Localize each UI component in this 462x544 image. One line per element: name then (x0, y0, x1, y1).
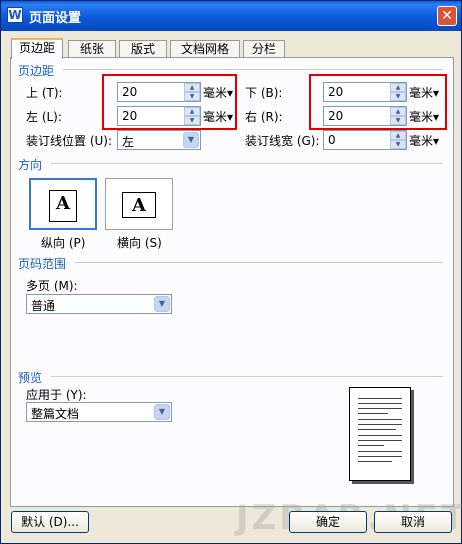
tab-columns[interactable]: 分栏 (243, 40, 285, 57)
gutter-width-unit[interactable]: 毫米▾ (409, 132, 439, 149)
portrait-glyph: A (56, 193, 70, 214)
landscape-option[interactable]: A (105, 178, 173, 230)
gutter-width-value[interactable]: 0 (328, 133, 336, 147)
apply-to-select[interactable]: 整篇文档 ▼ (26, 402, 172, 422)
dialog-title: 页面设置 (29, 11, 82, 26)
page-range-group-label: 页码范围 (18, 257, 67, 271)
portrait-option[interactable]: A (29, 178, 97, 230)
tab-layout[interactable]: 版式 (119, 40, 167, 57)
margins-highlight-left (102, 74, 237, 130)
margins-group-label: 页边距 (18, 64, 55, 78)
gutter-position-select[interactable]: 左 ▼ (117, 130, 201, 150)
chevron-down-icon[interactable]: ▼ (154, 296, 170, 312)
ok-button[interactable]: 确定 (289, 511, 367, 533)
preview-group-label: 预览 (18, 371, 43, 385)
multiple-pages-select[interactable]: 普通 ▼ (26, 294, 172, 314)
portrait-page-icon: A (49, 190, 77, 222)
tab-paper[interactable]: 纸张 (68, 40, 116, 57)
orientation-group-label: 方向 (18, 158, 43, 172)
tab-doc-grid[interactable]: 文档网格 (170, 40, 240, 57)
close-icon: ✕ (441, 8, 453, 24)
spin-down-icon[interactable]: ▼ (390, 140, 406, 149)
chevron-down-icon[interactable]: ▼ (183, 132, 199, 148)
portrait-label[interactable]: 纵向 (P) (41, 234, 85, 251)
left-margin-label: 左 (L): (26, 110, 62, 124)
landscape-label[interactable]: 横向 (S) (117, 234, 162, 251)
preview-separator (51, 376, 443, 377)
margins-highlight-right (309, 74, 447, 130)
title-bar[interactable]: W 页面设置 ✕ (1, 1, 461, 31)
gutter-position-label: 装订线位置 (U): (26, 134, 113, 148)
gutter-position-value: 左 (122, 135, 135, 149)
margins-separator (63, 69, 443, 70)
multiple-pages-label: 多页 (M): (26, 279, 78, 293)
default-button[interactable]: 默认 (D)... (11, 511, 89, 533)
apply-to-label: 应用于 (Y): (26, 388, 87, 402)
apply-to-value: 整篇文档 (31, 407, 80, 421)
cancel-button[interactable]: 取消 (374, 511, 452, 533)
tab-margins[interactable]: 页边距 (11, 38, 63, 59)
orientation-separator (51, 163, 443, 164)
chevron-down-icon[interactable]: ▼ (154, 404, 170, 420)
gutter-width-spinner[interactable]: 0 ▲ ▼ (323, 130, 407, 150)
page-setup-dialog: W 页面设置 ✕ 页边距 纸张 版式 文档网格 分栏 页边距 上 (T): 20… (0, 0, 462, 544)
wps-app-icon: W (7, 7, 23, 23)
page-range-separator (75, 262, 443, 263)
right-margin-label: 右 (R): (245, 110, 283, 124)
gutter-width-label: 装订线宽 (G): (245, 134, 320, 148)
close-button[interactable]: ✕ (437, 6, 457, 26)
landscape-glyph: A (132, 195, 146, 216)
top-margin-label: 上 (T): (26, 86, 63, 100)
landscape-page-icon: A (122, 192, 156, 218)
multiple-pages-value: 普通 (31, 299, 56, 313)
bottom-margin-label: 下 (B): (245, 86, 283, 100)
spin-up-icon[interactable]: ▲ (390, 131, 406, 140)
page-preview-thumbnail (349, 387, 411, 481)
